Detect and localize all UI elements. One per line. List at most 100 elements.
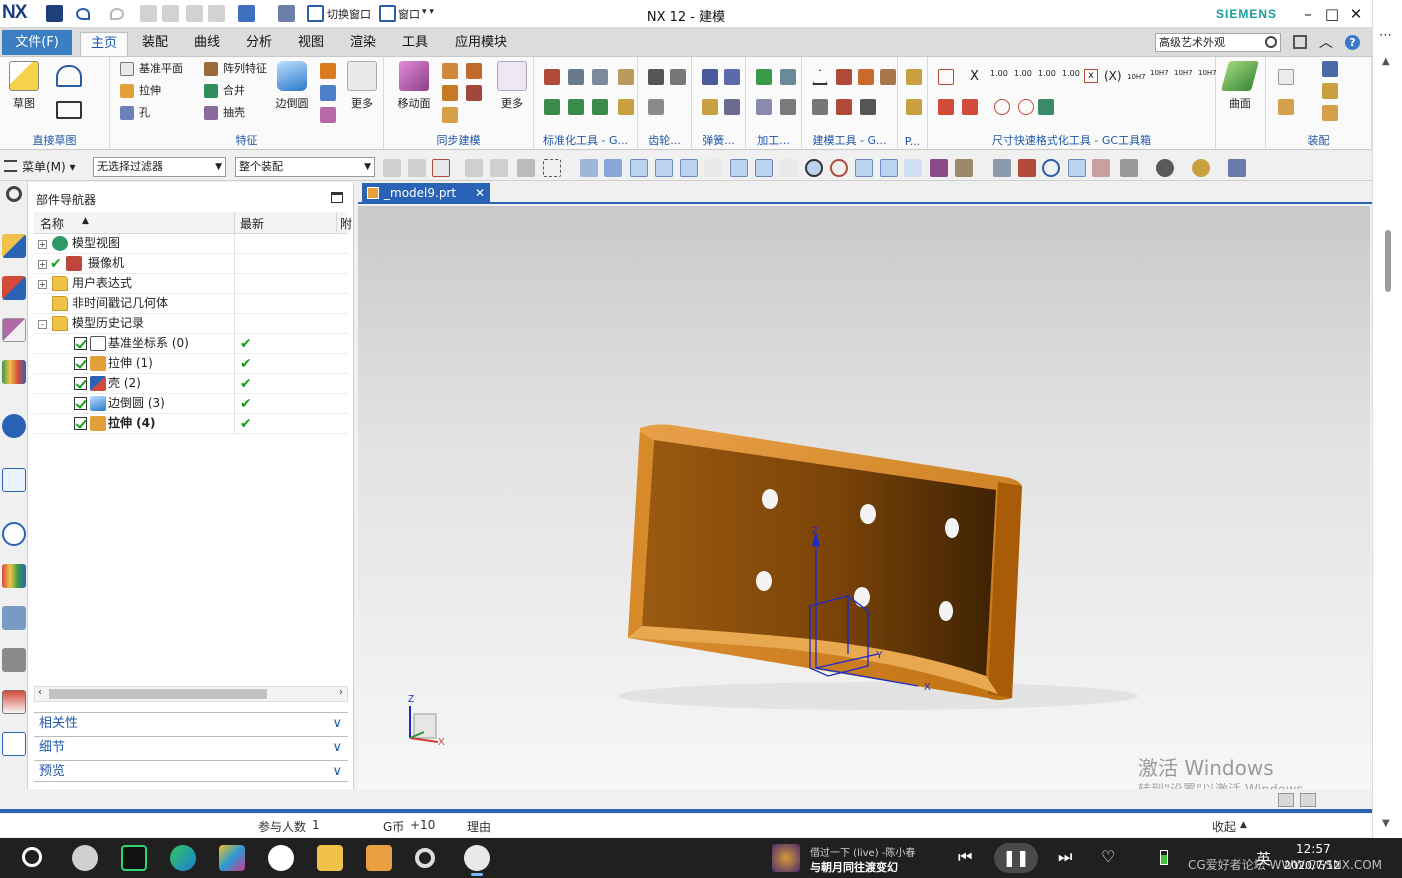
view-icon-5[interactable] xyxy=(1092,159,1110,177)
cut-icon[interactable] xyxy=(140,5,157,22)
snap-icon-11[interactable] xyxy=(830,159,848,177)
tol-10h7-2[interactable]: 10H7 xyxy=(1150,69,1169,77)
nx-app-icon[interactable] xyxy=(464,845,490,876)
machining-icon-4[interactable] xyxy=(780,99,796,115)
paste-icon[interactable] xyxy=(186,5,203,22)
selection-scope-select[interactable]: 整个装配 ▼ xyxy=(235,157,375,177)
profile-icon[interactable] xyxy=(56,65,82,87)
collapse-link[interactable]: 收起 xyxy=(1212,818,1236,835)
settings-gear-icon[interactable] xyxy=(415,848,435,868)
hole-button[interactable]: 孔 xyxy=(120,104,150,122)
dim-icon-row2-3[interactable] xyxy=(994,99,1010,115)
p-icon-1[interactable] xyxy=(906,69,922,85)
switch-window-icon[interactable] xyxy=(307,5,324,22)
rectangle-icon[interactable] xyxy=(56,101,82,119)
sketch-button[interactable]: 草图 xyxy=(4,61,44,111)
column-latest[interactable]: 最新 xyxy=(240,215,264,232)
std-tool-icon-6[interactable] xyxy=(568,99,584,115)
modeling-tool-icon-7[interactable] xyxy=(860,99,876,115)
dim-icon-row2-1[interactable] xyxy=(938,99,954,115)
view-icon-6[interactable] xyxy=(1120,159,1138,177)
repeat-command-icon[interactable] xyxy=(208,5,225,22)
pull-face-icon[interactable] xyxy=(442,63,458,79)
shell-button[interactable]: 抽壳 xyxy=(204,104,245,122)
expand-icon[interactable]: + xyxy=(38,240,47,249)
machining-icon-3[interactable] xyxy=(756,99,772,115)
roles-icon[interactable] xyxy=(2,648,26,672)
chevron-down-icon[interactable]: ∨ xyxy=(332,713,342,734)
render-style-icon[interactable] xyxy=(1156,159,1174,177)
selection-icon-3[interactable] xyxy=(432,159,450,177)
dim-value-1[interactable]: 1.00 xyxy=(990,69,1008,78)
type-filter-select[interactable]: 无选择过滤器 ▼ xyxy=(93,157,226,177)
close-button[interactable]: ✕ xyxy=(1345,4,1367,24)
tree-node-cameras[interactable]: + ✔ 摄像机 xyxy=(34,254,348,274)
view-icon-9[interactable] xyxy=(1228,159,1246,177)
dim-icon-row2-4[interactable] xyxy=(1018,99,1034,115)
part-navigator-icon[interactable] xyxy=(2,234,26,258)
panel-preview[interactable]: 预览 ∨ xyxy=(34,760,348,782)
document-tab[interactable]: _model9.prt ✕ xyxy=(362,183,490,204)
tab-home[interactable]: 主页 xyxy=(80,32,128,56)
dim-value-2[interactable]: 1.00 xyxy=(1014,69,1032,78)
snap-icon-2[interactable] xyxy=(604,159,622,177)
snap-icon-13[interactable] xyxy=(880,159,898,177)
reports-icon[interactable] xyxy=(2,732,26,756)
selection-icon-1[interactable] xyxy=(383,159,401,177)
tol-10h7-3[interactable]: 10H7 xyxy=(1174,69,1193,77)
tree-node-datum-csys[interactable]: 基准坐标系 (0) ✔ xyxy=(34,334,348,354)
assembly-icon-1[interactable] xyxy=(1278,69,1294,85)
maximize-panel-icon[interactable] xyxy=(331,192,343,203)
dim-value-3[interactable]: 1.00 xyxy=(1038,69,1056,78)
std-tool-icon-3[interactable] xyxy=(592,69,608,85)
feather-app-icon[interactable] xyxy=(219,845,245,871)
music-app-icon[interactable] xyxy=(121,845,147,871)
restore-ribbon-icon[interactable] xyxy=(1293,35,1307,49)
datum-plane-button[interactable]: 基准平面 xyxy=(120,60,183,78)
expand-icon[interactable]: + xyxy=(38,280,47,289)
std-tool-icon-7[interactable] xyxy=(592,99,608,115)
lasso-select-icon[interactable] xyxy=(543,159,561,177)
snap-icon-10[interactable] xyxy=(805,159,823,177)
assembly-icon-4[interactable] xyxy=(1278,99,1294,115)
tab-assembly[interactable]: 装配 xyxy=(134,32,176,56)
ime-indicator[interactable]: 英 xyxy=(1256,848,1271,869)
snap-icon-16[interactable] xyxy=(955,159,973,177)
dim-paren-x-button[interactable]: (X) xyxy=(1104,69,1122,83)
resize-blend-icon[interactable] xyxy=(442,107,458,123)
save-icon[interactable] xyxy=(46,5,63,22)
modeling-tool-icon-2[interactable] xyxy=(836,69,852,85)
tol-10h7-4[interactable]: 10H7 xyxy=(1198,69,1217,77)
minimize-button[interactable]: – xyxy=(1297,4,1319,24)
snap-icon-9[interactable] xyxy=(780,159,798,177)
tab-curve[interactable]: 曲线 xyxy=(186,32,228,56)
chevron-up-icon[interactable]: ▲ xyxy=(1240,820,1247,830)
delete-face-icon[interactable] xyxy=(466,85,482,101)
chevron-down-icon[interactable]: ∨ xyxy=(332,737,342,758)
clock-time[interactable]: 12:57 xyxy=(1296,842,1331,856)
tab-tools[interactable]: 工具 xyxy=(394,32,436,56)
search-icon[interactable] xyxy=(1265,36,1277,48)
previous-track-icon[interactable]: ⏮ xyxy=(958,847,972,867)
history-clock-icon[interactable] xyxy=(2,522,26,546)
web-browser-icon[interactable] xyxy=(2,468,26,492)
std-tool-icon-2[interactable] xyxy=(568,69,584,85)
move-face-button[interactable]: 移动面 xyxy=(394,61,434,111)
scroll-up-icon[interactable]: ▲ xyxy=(1382,56,1390,67)
tree-node-model-views[interactable]: + 模型视图 xyxy=(34,234,348,254)
view-icon-1[interactable] xyxy=(993,159,1011,177)
dim-icon-1[interactable] xyxy=(938,69,954,85)
modeling-tool-icon-4[interactable] xyxy=(880,69,896,85)
scroll-down-icon[interactable]: ▼ xyxy=(1382,818,1390,829)
feature-more-button[interactable]: 更多 xyxy=(342,61,382,111)
panel-details[interactable]: 细节 ∨ xyxy=(34,736,348,758)
tree-node-edge-blend-3[interactable]: 边倒圆 (3) ✔ xyxy=(34,394,348,414)
edge-blend-button[interactable]: 边倒圆 xyxy=(272,61,312,111)
help-icon[interactable]: ? xyxy=(1345,35,1360,50)
hd3d-tools-icon[interactable] xyxy=(2,414,26,438)
scroll-left-icon[interactable]: ‹ xyxy=(38,687,42,698)
feature-visibility-checkbox[interactable] xyxy=(74,397,87,410)
feature-visibility-checkbox[interactable] xyxy=(74,337,87,350)
system-materials-icon[interactable] xyxy=(2,564,26,588)
background-icon[interactable] xyxy=(1192,159,1210,177)
